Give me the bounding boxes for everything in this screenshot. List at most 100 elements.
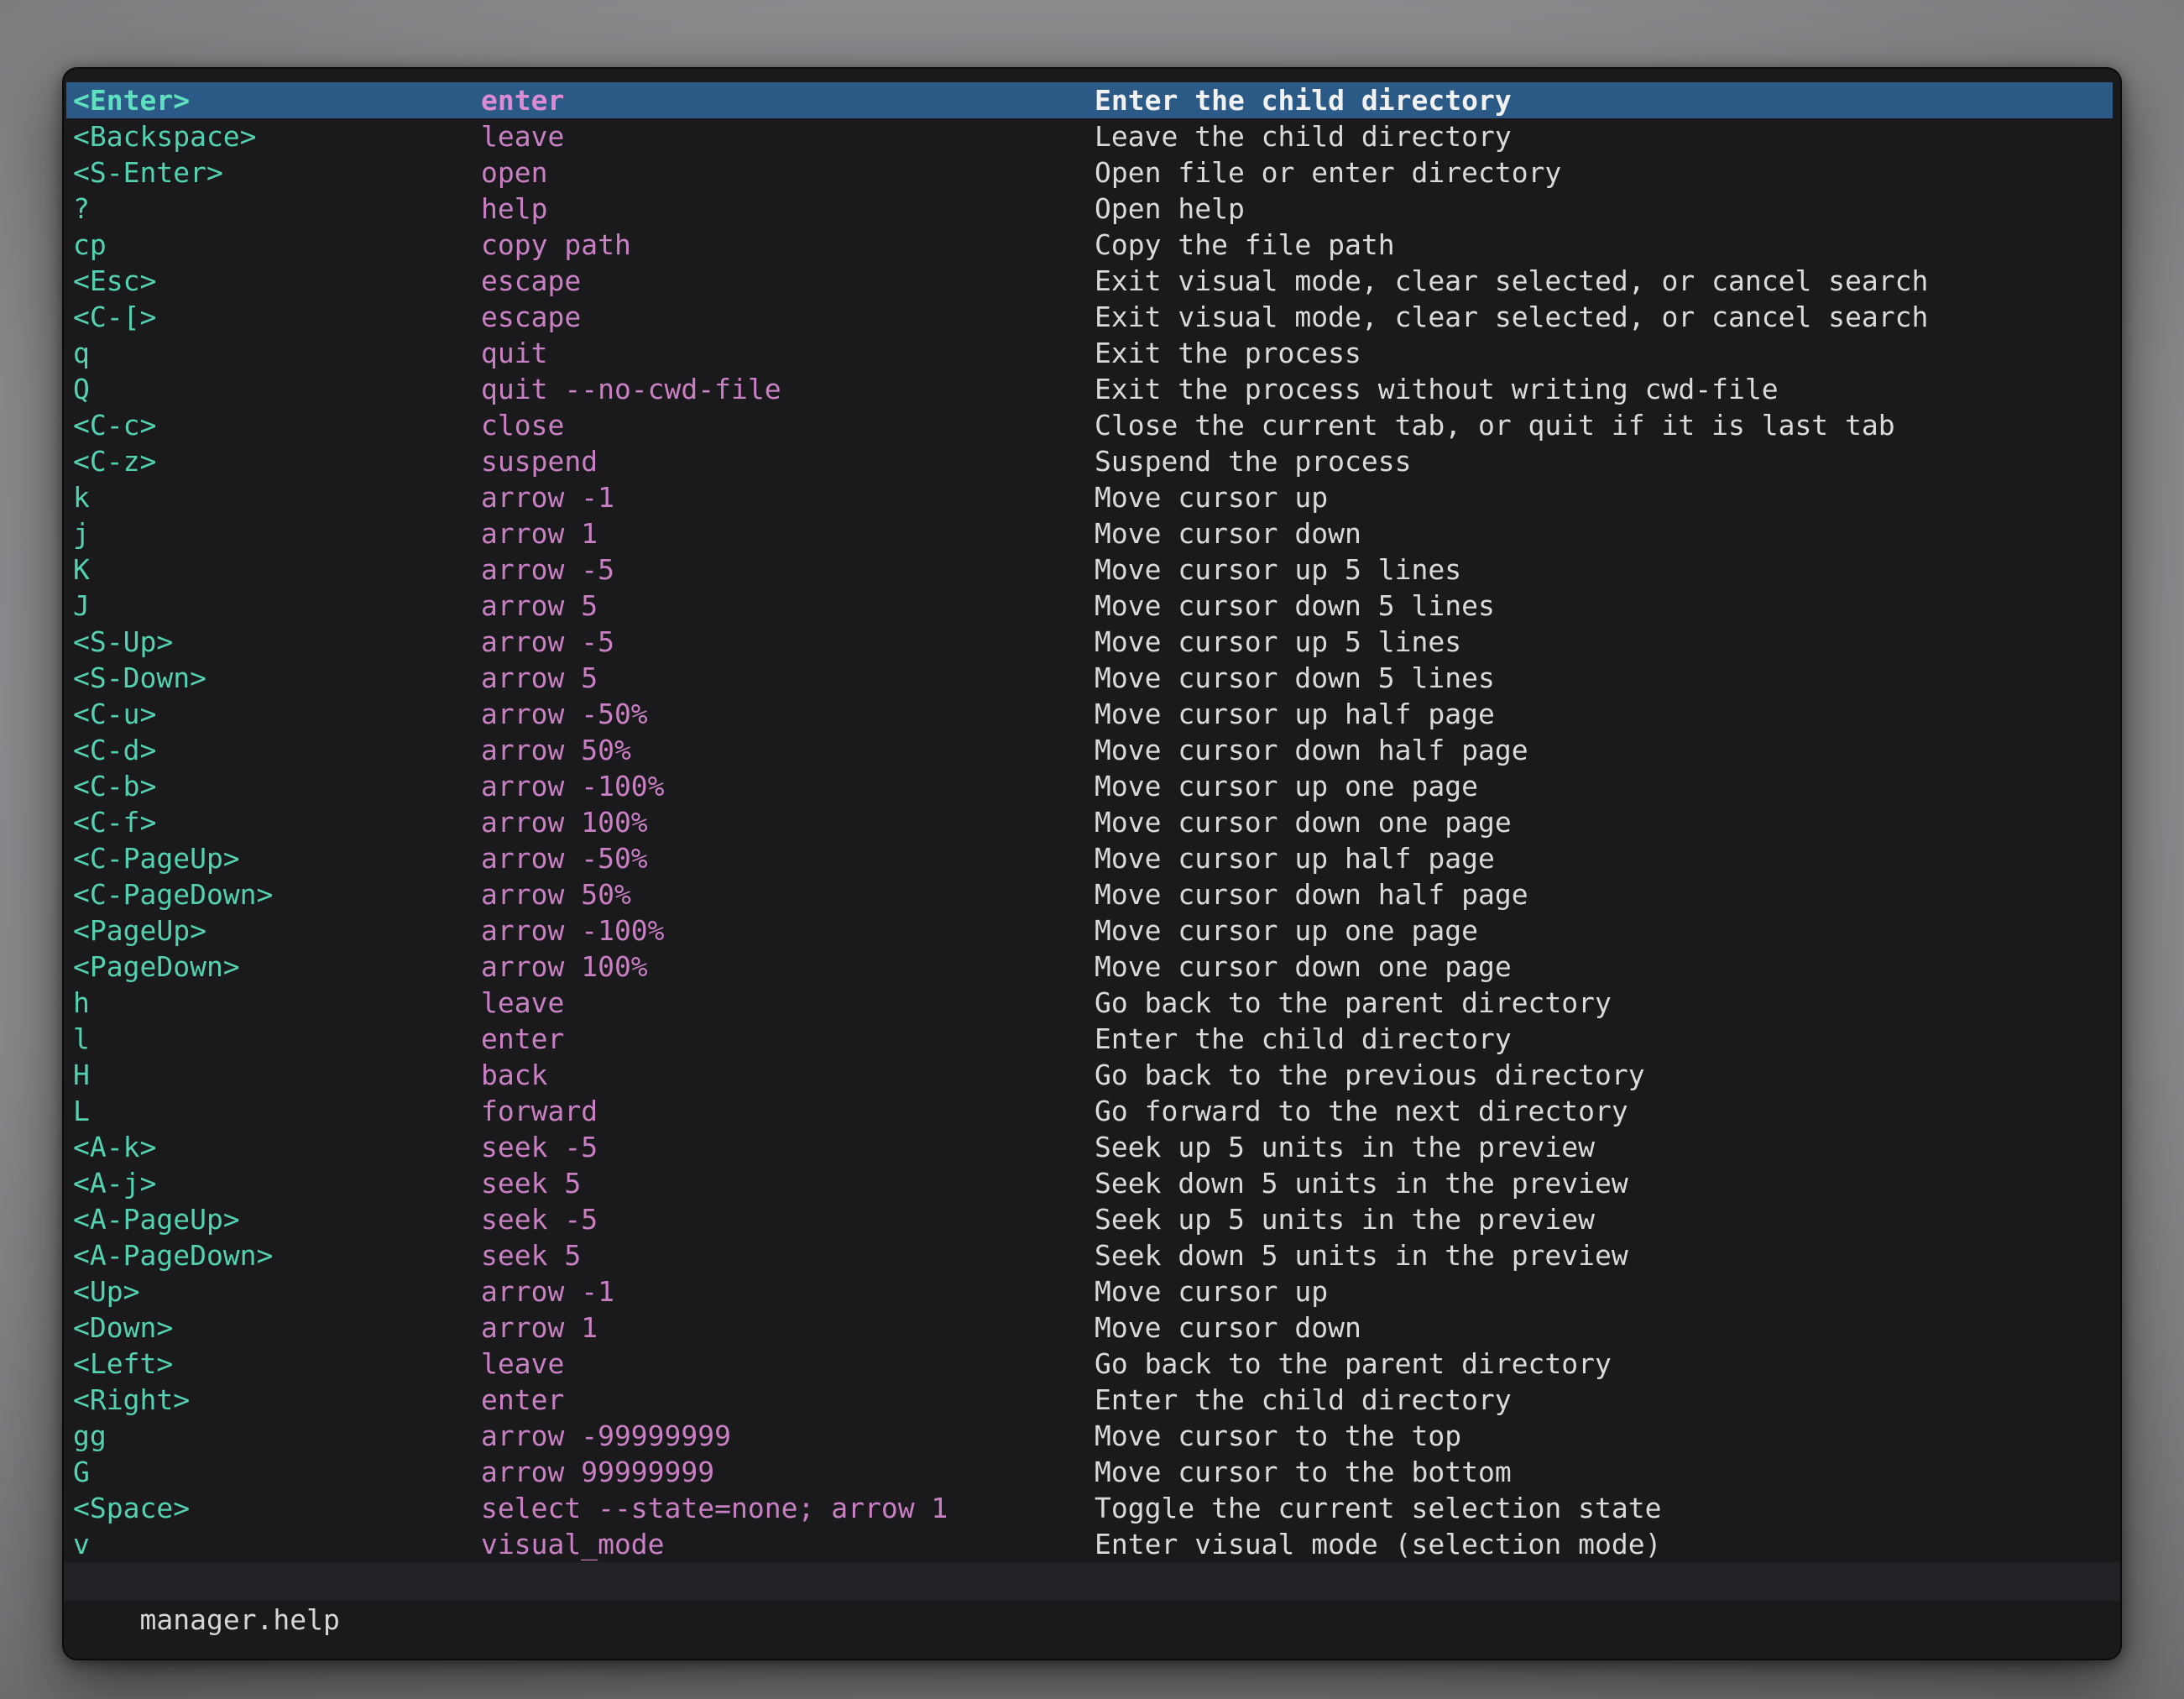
description-cell: Close the current tab, or quit if it is …: [1095, 407, 2113, 443]
help-row[interactable]: qquitExit the process: [66, 335, 2113, 371]
key-cell: <C-c>: [73, 407, 481, 443]
key-cell: l: [73, 1021, 481, 1057]
help-row[interactable]: <Backspace>leaveLeave the child director…: [66, 118, 2113, 154]
description-cell: Seek up 5 units in the preview: [1095, 1129, 2113, 1165]
help-row[interactable]: hleaveGo back to the parent directory: [66, 985, 2113, 1021]
help-row[interactable]: <Left>leaveGo back to the parent directo…: [66, 1346, 2113, 1382]
command-cell: seek 5: [481, 1237, 1095, 1273]
help-row[interactable]: Karrow -5Move cursor up 5 lines: [66, 552, 2113, 588]
status-mode-label: manager.help: [139, 1603, 339, 1636]
help-row[interactable]: <S-Enter>openOpen file or enter director…: [66, 154, 2113, 191]
description-cell: Move cursor up 5 lines: [1095, 552, 2113, 588]
help-row[interactable]: LforwardGo forward to the next directory: [66, 1093, 2113, 1129]
command-cell: seek -5: [481, 1129, 1095, 1165]
key-cell: Q: [73, 371, 481, 407]
description-cell: Move cursor up 5 lines: [1095, 624, 2113, 660]
description-cell: Move cursor down 5 lines: [1095, 588, 2113, 624]
description-cell: Copy the file path: [1095, 227, 2113, 263]
help-row[interactable]: lenterEnter the child directory: [66, 1021, 2113, 1057]
command-cell: leave: [481, 1346, 1095, 1382]
command-cell: arrow -1: [481, 1273, 1095, 1310]
description-cell: Exit visual mode, clear selected, or can…: [1095, 299, 2113, 335]
description-cell: Move cursor down half page: [1095, 732, 2113, 768]
help-row[interactable]: <Esc>escapeExit visual mode, clear selec…: [66, 263, 2113, 299]
help-row[interactable]: karrow -1Move cursor up: [66, 479, 2113, 515]
help-row[interactable]: ggarrow -99999999Move cursor to the top: [66, 1418, 2113, 1454]
help-row[interactable]: <A-k>seek -5Seek up 5 units in the previ…: [66, 1129, 2113, 1165]
help-row[interactable]: <A-j>seek 5Seek down 5 units in the prev…: [66, 1165, 2113, 1201]
description-cell: Move cursor down one page: [1095, 949, 2113, 985]
description-cell: Move cursor up half page: [1095, 840, 2113, 876]
help-row[interactable]: <C-PageDown>arrow 50%Move cursor down ha…: [66, 876, 2113, 912]
help-row[interactable]: Qquit --no-cwd-fileExit the process with…: [66, 371, 2113, 407]
help-row[interactable]: <PageDown>arrow 100%Move cursor down one…: [66, 949, 2113, 985]
key-cell: gg: [73, 1418, 481, 1454]
description-cell: Move cursor up one page: [1095, 768, 2113, 804]
help-row[interactable]: <C-z>suspendSuspend the process: [66, 443, 2113, 479]
help-row[interactable]: <C-PageUp>arrow -50%Move cursor up half …: [66, 840, 2113, 876]
key-cell: <C-PageUp>: [73, 840, 481, 876]
command-cell: arrow 5: [481, 588, 1095, 624]
help-row[interactable]: <S-Up>arrow -5Move cursor up 5 lines: [66, 624, 2113, 660]
help-row[interactable]: <C-b>arrow -100%Move cursor up one page: [66, 768, 2113, 804]
help-row[interactable]: Jarrow 5Move cursor down 5 lines: [66, 588, 2113, 624]
description-cell: Exit the process without writing cwd-fil…: [1095, 371, 2113, 407]
help-row[interactable]: <A-PageDown>seek 5Seek down 5 units in t…: [66, 1237, 2113, 1273]
key-cell: <C-d>: [73, 732, 481, 768]
help-row[interactable]: cpcopy pathCopy the file path: [66, 227, 2113, 263]
help-row[interactable]: <Up>arrow -1Move cursor up: [66, 1273, 2113, 1310]
description-cell: Move cursor down one page: [1095, 804, 2113, 840]
help-row[interactable]: vvisual_modeEnter visual mode (selection…: [66, 1526, 2113, 1562]
command-cell: arrow 50%: [481, 732, 1095, 768]
description-cell: Seek up 5 units in the preview: [1095, 1201, 2113, 1237]
description-cell: Move cursor up: [1095, 1273, 2113, 1310]
command-cell: arrow 100%: [481, 949, 1095, 985]
help-row[interactable]: Garrow 99999999Move cursor to the bottom: [66, 1454, 2113, 1490]
description-cell: Move cursor up: [1095, 479, 2113, 515]
help-row[interactable]: <A-PageUp>seek -5Seek up 5 units in the …: [66, 1201, 2113, 1237]
key-cell: G: [73, 1454, 481, 1490]
key-cell: <C-u>: [73, 696, 481, 732]
help-row[interactable]: <C-d>arrow 50%Move cursor down half page: [66, 732, 2113, 768]
key-cell: L: [73, 1093, 481, 1129]
help-row[interactable]: <C-[>escapeExit visual mode, clear selec…: [66, 299, 2113, 335]
key-cell: <C-z>: [73, 443, 481, 479]
description-cell: Move cursor to the top: [1095, 1418, 2113, 1454]
help-row[interactable]: HbackGo back to the previous directory: [66, 1057, 2113, 1093]
description-cell: Go forward to the next directory: [1095, 1093, 2113, 1129]
key-cell: q: [73, 335, 481, 371]
key-cell: <Backspace>: [73, 118, 481, 154]
description-cell: Move cursor down: [1095, 1310, 2113, 1346]
command-cell: arrow -5: [481, 552, 1095, 588]
key-cell: k: [73, 479, 481, 515]
key-cell: ?: [73, 191, 481, 227]
help-row[interactable]: <C-f>arrow 100%Move cursor down one page: [66, 804, 2113, 840]
status-bar: manager.help: [64, 1562, 2120, 1601]
command-cell: help: [481, 191, 1095, 227]
command-cell: arrow -100%: [481, 912, 1095, 949]
command-cell: enter: [481, 1382, 1095, 1418]
help-row[interactable]: <PageUp>arrow -100%Move cursor up one pa…: [66, 912, 2113, 949]
help-row[interactable]: jarrow 1Move cursor down: [66, 515, 2113, 552]
description-cell: Toggle the current selection state: [1095, 1490, 2113, 1526]
help-row[interactable]: <S-Down>arrow 5Move cursor down 5 lines: [66, 660, 2113, 696]
key-cell: <PageDown>: [73, 949, 481, 985]
key-cell: <A-PageUp>: [73, 1201, 481, 1237]
command-cell: arrow -1: [481, 479, 1095, 515]
key-cell: J: [73, 588, 481, 624]
key-cell: K: [73, 552, 481, 588]
help-row[interactable]: ?helpOpen help: [66, 191, 2113, 227]
key-cell: <Space>: [73, 1490, 481, 1526]
help-row[interactable]: <C-c>closeClose the current tab, or quit…: [66, 407, 2113, 443]
command-cell: back: [481, 1057, 1095, 1093]
help-row[interactable]: <Down>arrow 1Move cursor down: [66, 1310, 2113, 1346]
help-row[interactable]: <Right>enterEnter the child directory: [66, 1382, 2113, 1418]
command-cell: escape: [481, 299, 1095, 335]
description-cell: Move cursor down: [1095, 515, 2113, 552]
help-row[interactable]: <C-u>arrow -50%Move cursor up half page: [66, 696, 2113, 732]
description-cell: Enter the child directory: [1095, 82, 2113, 118]
help-row-selected[interactable]: <Enter>enterEnter the child directory: [66, 82, 2113, 118]
command-cell: arrow 1: [481, 1310, 1095, 1346]
help-row[interactable]: <Space>select --state=none; arrow 1Toggl…: [66, 1490, 2113, 1526]
command-cell: seek 5: [481, 1165, 1095, 1201]
